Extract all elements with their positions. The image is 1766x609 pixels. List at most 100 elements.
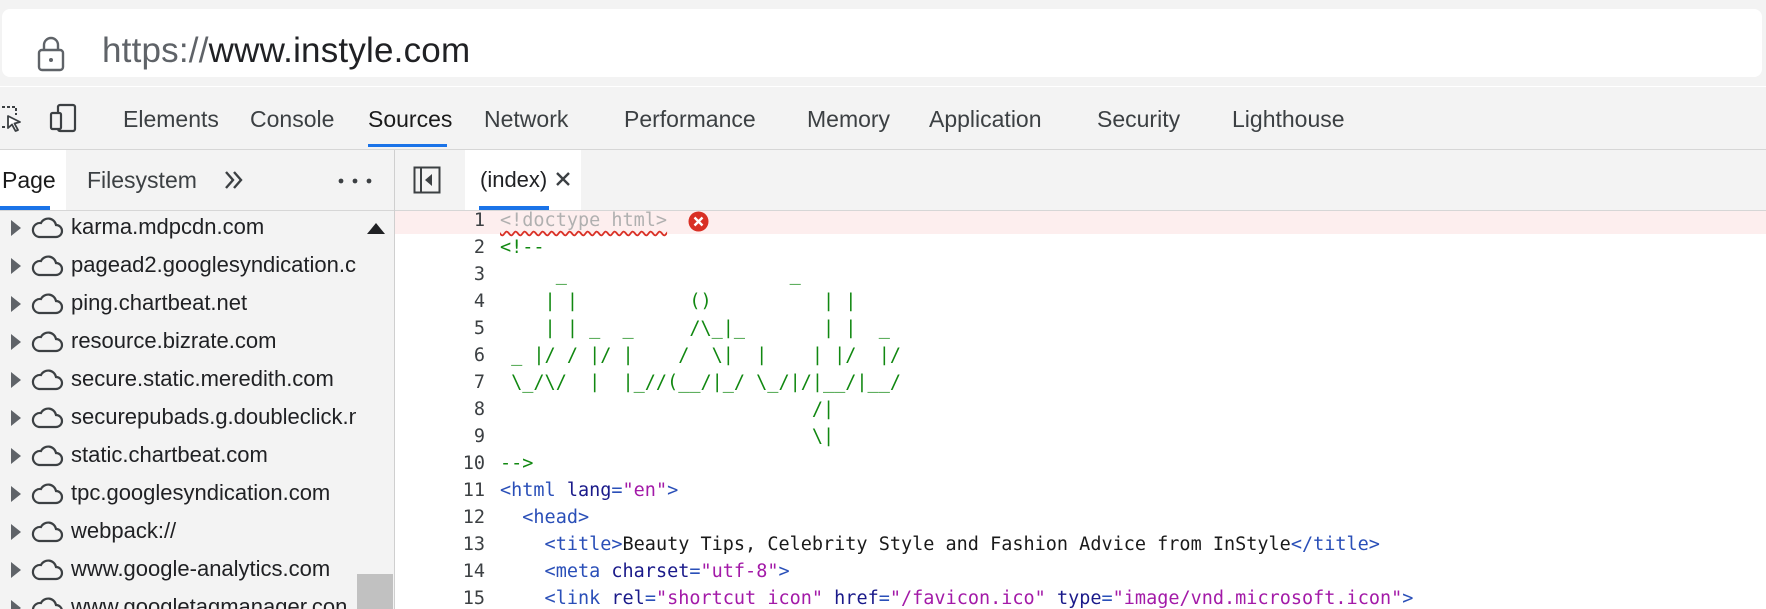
expand-arrow-icon[interactable] [11, 258, 21, 274]
tree-item-label: tpc.googlesyndication.com [71, 480, 331, 505]
line-number[interactable]: 2 [474, 237, 485, 258]
cloud-icon [31, 217, 64, 239]
scroll-up-icon[interactable] [367, 223, 385, 234]
code-token: href [823, 588, 879, 609]
code-token: > [1402, 588, 1414, 609]
tab-application[interactable]: Application [929, 106, 1042, 133]
code-line[interactable]: 10 --> [395, 450, 1766, 477]
tree-item[interactable]: karma.mdpcdn.com [0, 211, 356, 247]
close-icon[interactable] [555, 171, 571, 187]
expand-arrow-icon[interactable] [11, 334, 21, 350]
code-token: _ _ [500, 264, 801, 285]
code-line[interactable]: 9 \| [395, 423, 1766, 450]
editor-tab-bar: (index) [395, 150, 1766, 211]
tab-sources[interactable]: Sources [368, 106, 452, 133]
code-line[interactable]: 7 \_/\/ | |_//(__/|_/ \_/|/|__/|__/ [395, 369, 1766, 396]
code-token: rel [611, 588, 645, 609]
tab-security[interactable]: Security [1097, 106, 1180, 133]
expand-arrow-icon[interactable] [11, 410, 21, 426]
file-tab-index[interactable]: (index) [465, 150, 581, 210]
code-line[interactable]: 11 <html lang="en"> [395, 477, 1766, 504]
code-line[interactable]: 4 | | () | | [395, 288, 1766, 315]
url-text[interactable]: https://www.instyle.com [102, 31, 470, 71]
expand-arrow-icon[interactable] [11, 220, 21, 236]
tab-console[interactable]: Console [250, 106, 334, 133]
navigator-scrollbar[interactable] [356, 211, 394, 609]
line-number[interactable]: 6 [474, 345, 485, 366]
line-number[interactable]: 14 [463, 561, 485, 582]
line-number[interactable]: 7 [474, 372, 485, 393]
tree-item[interactable]: securepubads.g.doubleclick.n [0, 399, 356, 437]
error-icon[interactable] [688, 211, 709, 232]
line-number[interactable]: 10 [463, 453, 485, 474]
tab-memory[interactable]: Memory [807, 106, 890, 133]
code-line[interactable]: 6 _ |/ / |/ | / \| | | |/ |/ [395, 342, 1766, 369]
address-bar[interactable]: https://www.instyle.com [2, 9, 1762, 77]
line-number[interactable]: 9 [474, 426, 485, 447]
sources-navigator: Page Filesystem karma.mdpcdn.com pagead2… [0, 150, 395, 609]
code-line[interactable]: 5 | | _ _ /\_|_ | | _ [395, 315, 1766, 342]
tree-item[interactable]: www.google-analytics.com [0, 551, 356, 589]
navigator-tab-filesystem[interactable]: Filesystem [87, 167, 197, 194]
inspect-icon[interactable] [0, 103, 24, 133]
tree-item[interactable]: webpack:// [0, 513, 356, 551]
code-line[interactable]: 14 <meta charset="utf-8"> [395, 558, 1766, 585]
tree-item[interactable]: secure.static.meredith.com [0, 361, 356, 399]
code-token: "image/vnd.microsoft.icon" [1112, 588, 1403, 609]
lock-icon[interactable] [36, 35, 66, 73]
line-number[interactable]: 12 [463, 507, 485, 528]
code-token: = [611, 480, 623, 501]
code-editor[interactable]: 1 <!doctype html> 2 <!-- 3 _ _ 4 | | () | | 5 … [395, 211, 1766, 609]
code-line[interactable]: 3 _ _ [395, 261, 1766, 288]
line-number[interactable]: 1 [474, 211, 485, 231]
line-number[interactable]: 15 [463, 588, 485, 609]
tree-item[interactable]: static.chartbeat.com [0, 437, 356, 475]
tree-item-label: securepubads.g.doubleclick.n [71, 404, 356, 429]
tree-item[interactable]: www.googletagmanager.con [0, 589, 356, 609]
expand-arrow-icon[interactable] [11, 600, 21, 609]
scrollbar-thumb[interactable] [357, 574, 393, 609]
code-line[interactable]: 2 <!-- [395, 234, 1766, 261]
tree-item-label: webpack:// [71, 518, 177, 543]
line-number[interactable]: 3 [474, 264, 485, 285]
tab-elements[interactable]: Elements [123, 106, 219, 133]
tab-performance[interactable]: Performance [624, 106, 756, 133]
code-token: type [1045, 588, 1102, 609]
line-number[interactable]: 13 [463, 534, 485, 555]
line-number[interactable]: 8 [474, 399, 485, 420]
cloud-icon [31, 559, 64, 581]
line-number[interactable]: 4 [474, 291, 485, 312]
code-line[interactable]: 12 <head> [395, 504, 1766, 531]
line-number[interactable]: 11 [463, 480, 485, 501]
browser-toolbar: https://www.instyle.com [0, 0, 1766, 86]
tree-item[interactable]: resource.bizrate.com [0, 323, 356, 361]
code-token: lang [566, 480, 612, 501]
tab-network[interactable]: Network [484, 106, 568, 133]
navigator-tree[interactable]: karma.mdpcdn.com pagead2.googlesyndicati… [0, 211, 356, 609]
tree-item[interactable]: ping.chartbeat.net [0, 285, 356, 323]
code-line[interactable]: 8 /| [395, 396, 1766, 423]
code-line[interactable]: 15 <link rel="shortcut icon" href="/favi… [395, 585, 1766, 609]
device-toolbar-icon[interactable] [49, 103, 79, 133]
expand-arrow-icon[interactable] [11, 448, 21, 464]
expand-arrow-icon[interactable] [11, 486, 21, 502]
tab-lighthouse[interactable]: Lighthouse [1232, 106, 1345, 133]
code-token: charset [611, 561, 690, 582]
tree-item[interactable]: tpc.googlesyndication.com [0, 475, 356, 513]
expand-arrow-icon[interactable] [11, 372, 21, 388]
code-line[interactable]: 13 <title>Beauty Tips, Celebrity Style a… [395, 531, 1766, 558]
line-number[interactable]: 5 [474, 318, 485, 339]
code-line[interactable]: 1 <!doctype html> [395, 211, 1766, 234]
cloud-icon [31, 331, 64, 353]
expand-arrow-icon[interactable] [11, 296, 21, 312]
code-token: = [689, 561, 701, 582]
code-token: > [778, 561, 790, 582]
navigator-tab-page[interactable]: Page [0, 150, 66, 210]
expand-arrow-icon[interactable] [11, 524, 21, 540]
tree-item-label: www.google-analytics.com [71, 556, 331, 581]
more-icon[interactable] [338, 178, 372, 184]
expand-arrow-icon[interactable] [11, 562, 21, 578]
tree-item[interactable]: pagead2.googlesyndication.c [0, 247, 356, 285]
chevron-right-icon[interactable] [223, 168, 245, 192]
sidebar-toggle-icon[interactable] [413, 166, 441, 194]
